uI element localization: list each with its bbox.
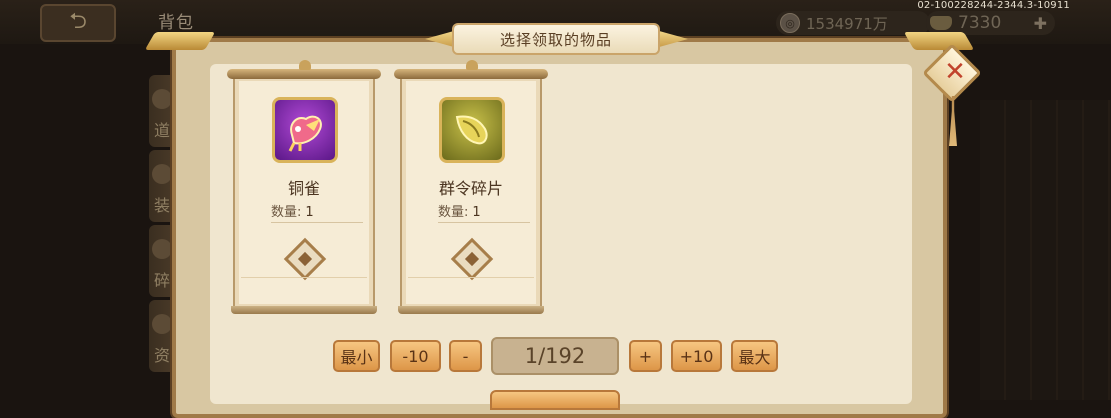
minus-ten-button[interactable]: -10 [390,340,441,372]
scroll-rod [227,69,381,79]
scroll-bottom [398,306,544,314]
scroll-knob [299,60,311,70]
plus-ten-button[interactable]: +10 [671,340,722,372]
background-shelf [980,100,1111,400]
item-name: 铜雀 [287,179,320,198]
select-toggle[interactable] [450,237,494,281]
resources-icon [152,314,172,334]
scroll-knob [466,60,478,70]
token-fragment-icon [439,97,505,163]
back-button[interactable]: ⮌ [40,4,116,42]
item-card[interactable]: 群令碎片 数量: 1 [394,60,548,314]
item-card[interactable]: 铜雀 数量: 1 [227,60,381,314]
items-icon [152,89,172,109]
select-indicator [297,251,313,267]
bag-title: 背包 [158,13,194,33]
add-gold-button[interactable]: ✚ [1034,14,1047,33]
min-button[interactable]: 最小 [333,340,380,372]
tassel-ornament [949,96,957,146]
scroll-rod [394,69,548,79]
equipment-icon [152,164,172,184]
silver-amount: 1534971万 [806,14,888,33]
max-button[interactable]: 最大 [731,340,778,372]
minus-button[interactable]: - [449,340,482,372]
card-ornament [241,277,367,294]
gold-ingot-icon [930,16,952,30]
item-quantity: 数量: 1 [271,201,363,223]
scroll-bottom [231,306,377,314]
item-quantity: 数量: 1 [438,201,530,223]
gold-amount: 7330 [958,13,1002,33]
phoenix-bird-icon [272,97,338,163]
quantity-display: 1/192 [491,337,619,375]
version-text: 02-100228244-2344.3-10911 [917,0,1070,11]
close-icon[interactable]: ✕ [941,57,969,87]
select-indicator [464,251,480,267]
item-name: 群令碎片 [438,179,503,198]
plus-button[interactable]: + [629,340,662,372]
back-arrow-icon: ⮌ [69,9,87,34]
silver-coin-icon: ◎ [780,13,800,33]
fragments-icon [152,239,172,259]
dialog-corner-left [144,32,216,50]
dialog-corner-right [903,32,975,50]
select-toggle[interactable] [283,237,327,281]
confirm-button[interactable] [490,390,620,410]
dialog-title: 选择领取的物品 [454,25,658,53]
card-ornament [408,277,534,294]
